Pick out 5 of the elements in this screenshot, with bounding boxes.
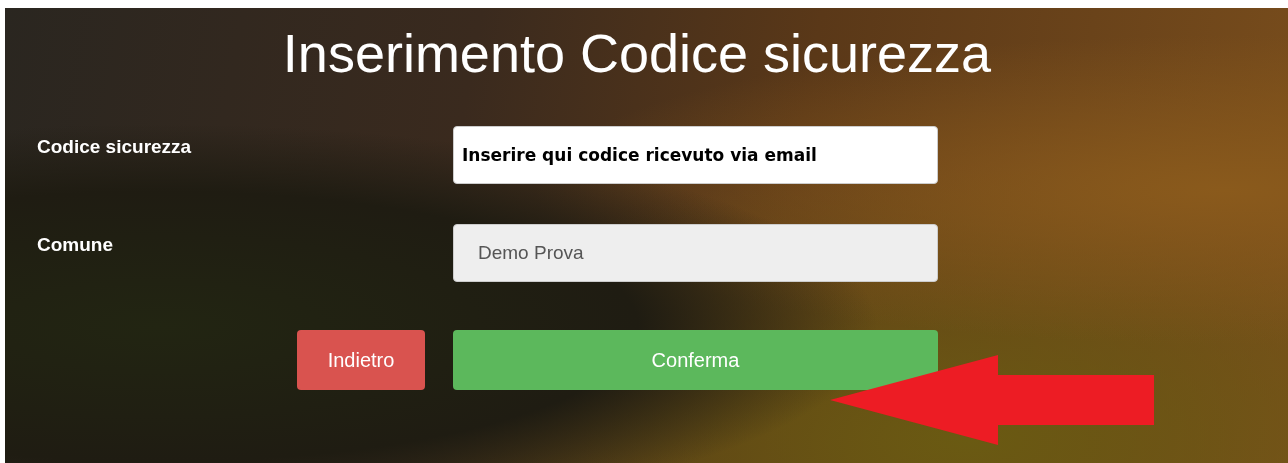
back-button[interactable]: Indietro xyxy=(297,330,425,390)
field-label: Codice sicurezza xyxy=(37,135,193,158)
field-label: Comune xyxy=(37,233,114,256)
input-field[interactable]: Inserire qui codice ricevuto via email xyxy=(453,126,938,184)
page-title: Inserimento Codice sicurezza xyxy=(281,22,993,84)
